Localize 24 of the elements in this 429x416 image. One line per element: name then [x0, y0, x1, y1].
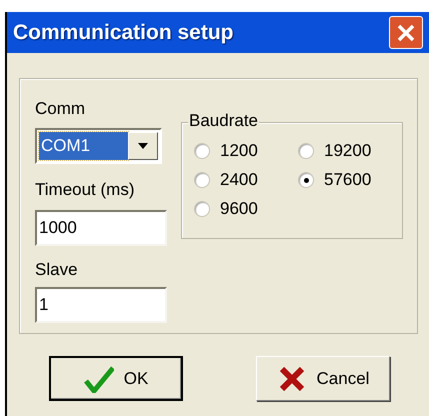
comm-dropdown[interactable]: COM1: [35, 128, 162, 164]
field-label: Comm: [35, 99, 86, 119]
radio-button[interactable]: [298, 172, 314, 188]
radio-label[interactable]: 2400: [220, 170, 258, 190]
radio-label[interactable]: 1200: [220, 141, 258, 161]
radio-button[interactable]: [194, 172, 210, 188]
radio-label[interactable]: 9600: [220, 199, 258, 219]
close-icon: [396, 22, 416, 42]
cancel-button[interactable]: Cancel: [256, 356, 390, 401]
radio-button[interactable]: [194, 143, 210, 159]
ok-button[interactable]: OK: [49, 356, 183, 401]
radio-label[interactable]: 57600: [324, 170, 372, 190]
radio-button[interactable]: [194, 201, 210, 217]
caret-icon: [138, 143, 148, 149]
checkmark-icon: [84, 364, 114, 392]
window-title: Communication setup: [13, 20, 234, 46]
field-label: Timeout (ms): [35, 180, 136, 200]
radio-label[interactable]: 19200: [324, 141, 372, 161]
radio-button[interactable]: [298, 143, 314, 159]
field-label: Slave: [35, 260, 79, 280]
dropdown-arrow-button[interactable]: [128, 132, 158, 160]
timeout-field[interactable]: 1000: [35, 210, 167, 246]
slave-field[interactable]: 1: [35, 287, 167, 323]
close-button[interactable]: [389, 16, 423, 49]
